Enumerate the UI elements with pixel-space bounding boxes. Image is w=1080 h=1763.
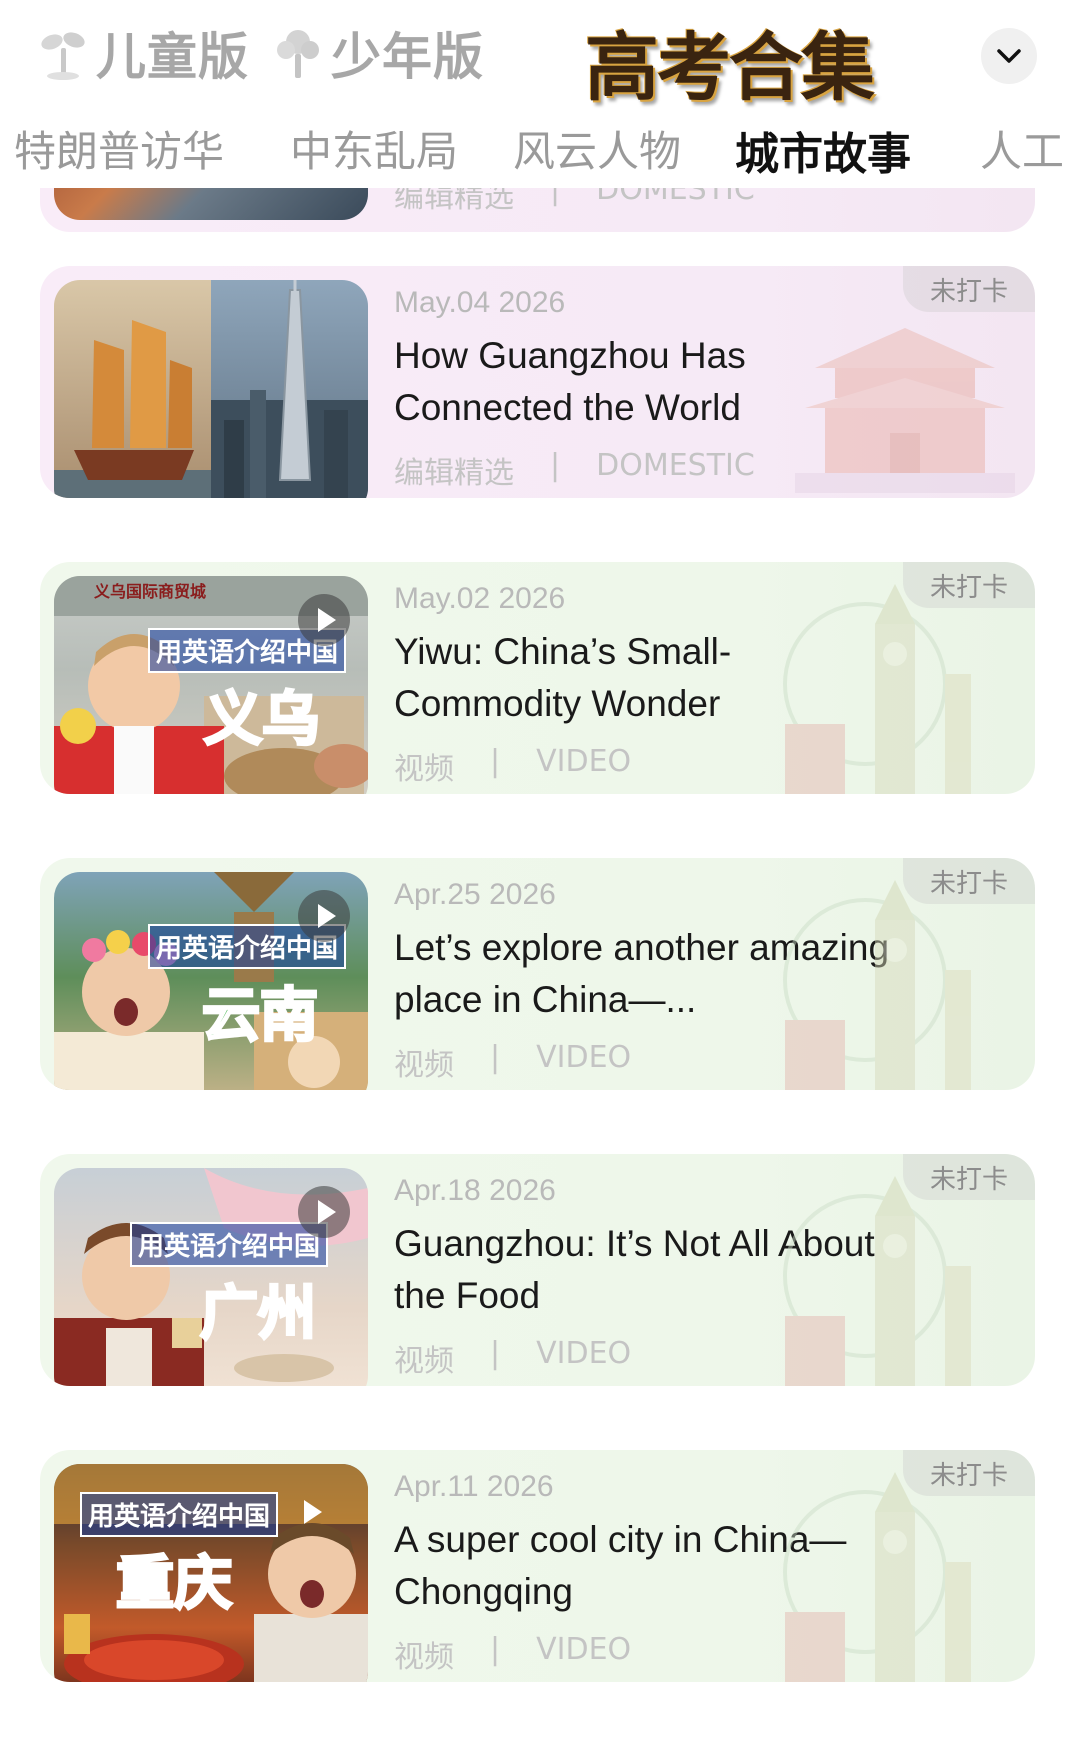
meta-separator: | — [490, 1632, 501, 1667]
card-date: May.04 2026 — [394, 286, 566, 319]
sprout-icon — [41, 32, 85, 80]
article-card[interactable]: 用英语介绍中国 重庆 Apr.11 2026 A super cool city… — [40, 1450, 1035, 1682]
tab-city-stories[interactable]: 城市故事 — [735, 118, 911, 182]
play-icon — [298, 890, 350, 942]
thumbnail-caption: 用英语介绍中国 — [130, 1222, 329, 1267]
article-card[interactable]: May.04 2026 How Guangzhou Has Connected … — [40, 266, 1035, 498]
card-meta: 视频 | VIDEO — [394, 1040, 631, 1084]
card-meta: 编辑精选 | DOMESTIC — [394, 448, 755, 492]
top-bar: 儿童版 少年版 高考合集 — [0, 0, 1080, 111]
meta-type: VIDEO — [536, 1336, 632, 1371]
meta-separator: | — [490, 1336, 501, 1371]
thumbnail-sign-text: 义乌国际商贸城 — [94, 582, 207, 601]
thumbnail-image — [54, 280, 368, 498]
meta-category: 视频 — [394, 1048, 454, 1083]
article-card[interactable]: 用英语介绍中国 云南 Apr.25 2026 Let’s explore ano… — [40, 858, 1035, 1090]
expand-tabs-button[interactable] — [981, 28, 1037, 84]
unchecked-badge: 未打卡 — [903, 858, 1035, 904]
tree-icon — [277, 30, 319, 78]
meta-type: VIDEO — [536, 1632, 632, 1667]
gaokao-collection-title[interactable]: 高考合集 — [585, 8, 875, 115]
thumbnail-caption: 用英语介绍中国 — [80, 1492, 279, 1537]
meta-type: VIDEO — [536, 1040, 632, 1075]
card-meta: 视频 | VIDEO — [394, 744, 631, 788]
thumbnail-image: 义乌国际商贸城 用英语介绍中国 义乌 — [54, 576, 368, 794]
meta-separator: | — [550, 448, 561, 483]
card-date: May.02 2026 — [394, 582, 566, 615]
edition-children-label: 儿童版 — [96, 28, 249, 86]
chevron-down-icon — [997, 49, 1021, 63]
thumbnail-city-text: 义乌 — [202, 684, 321, 755]
meta-category: 视频 — [394, 1344, 454, 1379]
article-card[interactable]: 义乌国际商贸城 用英语介绍中国 义乌 May.02 2026 Yiwu: Chi… — [40, 562, 1035, 794]
card-meta: 视频 | VIDEO — [394, 1336, 631, 1380]
card-date: Apr.25 2026 — [394, 878, 556, 911]
thumbnail-image: 用英语介绍中国 云南 — [54, 872, 368, 1090]
card-date: Apr.11 2026 — [394, 1470, 554, 1503]
tab-figures[interactable]: 风云人物 — [513, 118, 681, 179]
edition-teen-label: 少年版 — [331, 28, 484, 86]
meta-type: DOMESTIC — [596, 448, 755, 483]
thumbnail-image: 用英语介绍中国 广州 — [54, 1168, 368, 1386]
category-tabs: 特朗普访华 中东乱局 风云人物 城市故事 人工 — [0, 110, 1080, 188]
meta-separator: | — [490, 1040, 501, 1075]
unchecked-badge: 未打卡 — [903, 266, 1035, 312]
meta-separator: | — [490, 744, 501, 779]
card-meta: 视频 | VIDEO — [394, 1632, 631, 1676]
play-icon — [298, 594, 350, 646]
edition-teen-tab[interactable]: 少年版 — [275, 18, 484, 88]
article-card[interactable]: 用英语介绍中国 广州 Apr.18 2026 Guangzhou: It’s N… — [40, 1154, 1035, 1386]
unchecked-badge: 未打卡 — [903, 1450, 1035, 1496]
play-icon — [298, 1186, 350, 1238]
tab-ai[interactable]: 人工 — [980, 118, 1064, 179]
meta-category: 视频 — [394, 1640, 454, 1675]
edition-children-tab[interactable]: 儿童版 — [40, 18, 249, 88]
meta-type: VIDEO — [536, 744, 632, 779]
thumbnail-image: 用英语介绍中国 重庆 — [54, 1464, 368, 1682]
meta-category: 视频 — [394, 752, 454, 787]
unchecked-badge: 未打卡 — [903, 562, 1035, 608]
meta-category: 编辑精选 — [394, 456, 514, 491]
card-date: Apr.18 2026 — [394, 1174, 556, 1207]
thumbnail-city-text: 云南 — [200, 980, 319, 1051]
thumbnail-city-text: 广州 — [198, 1278, 317, 1349]
tab-trump-visit[interactable]: 特朗普访华 — [14, 118, 224, 179]
play-icon — [284, 1486, 336, 1538]
tab-middle-east[interactable]: 中东乱局 — [290, 118, 458, 179]
thumbnail-city-text: 重庆 — [114, 1548, 233, 1619]
unchecked-badge: 未打卡 — [903, 1154, 1035, 1200]
